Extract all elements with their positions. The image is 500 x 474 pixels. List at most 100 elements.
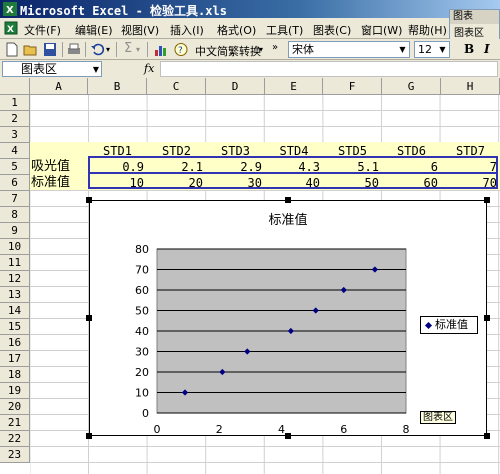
formula-input[interactable] [160, 61, 498, 77]
resize-handle[interactable] [484, 433, 490, 439]
menu-chart[interactable]: 图表(C) [313, 22, 351, 38]
x-tick-label: 2 [216, 423, 223, 435]
font-size-value: 12 [418, 43, 432, 56]
y-tick-label: 20 [135, 366, 149, 379]
window-title: Microsoft Excel - 检验工具.xls [20, 4, 227, 18]
workbook-icon[interactable]: X [4, 21, 18, 35]
open-icon[interactable] [23, 42, 39, 57]
row-header[interactable]: 5 [0, 159, 30, 175]
column-header[interactable]: G [382, 78, 441, 95]
resize-handle[interactable] [86, 433, 92, 439]
resize-handle[interactable] [285, 433, 291, 439]
autosum-dropdown-icon[interactable]: ▾ [136, 45, 140, 54]
bold-button[interactable]: B [464, 42, 474, 56]
row-header[interactable]: 22 [0, 431, 30, 447]
menu-window[interactable]: 窗口(W) [361, 22, 402, 38]
undo-icon[interactable] [90, 42, 106, 57]
chevron-down-icon[interactable]: ▼ [437, 43, 448, 56]
row-header[interactable]: 3 [0, 127, 30, 143]
column-header[interactable]: A [30, 78, 88, 95]
toolbar-separator [116, 42, 117, 57]
svg-text:X: X [6, 5, 14, 16]
standard-label-cell[interactable]: 标准值 [30, 175, 88, 191]
row-header[interactable]: 13 [0, 287, 30, 303]
chart-area[interactable]: 标准值 0 10 20 30 40 50 60 70 80 0 2 4 6 8 标准值 图表区 [89, 200, 487, 436]
excel-app-icon: X [3, 2, 17, 16]
font-name-select[interactable]: 宋体 ▼ [288, 41, 410, 58]
row-header[interactable]: 23 [0, 447, 30, 463]
title-bar[interactable]: X Microsoft Excel - 检验工具.xls [0, 0, 500, 18]
row-header[interactable]: 15 [0, 319, 30, 335]
resize-handle[interactable] [86, 197, 92, 203]
row-header[interactable]: 6 [0, 175, 30, 191]
toolbar-separator [147, 42, 148, 57]
menu-insert[interactable]: 插入(I) [170, 22, 204, 38]
column-header[interactable]: H [441, 78, 500, 95]
undo-dropdown-icon[interactable]: ▾ [106, 45, 110, 54]
chevron-down-icon[interactable]: ▼ [93, 63, 99, 77]
row-header[interactable]: 12 [0, 271, 30, 287]
row-header[interactable]: 1 [0, 95, 30, 111]
resize-handle[interactable] [484, 315, 490, 321]
legend-marker [424, 321, 433, 330]
chart-toolbar-title[interactable]: 图表 [450, 10, 499, 24]
row-header[interactable]: 10 [0, 239, 30, 255]
row-header[interactable]: 11 [0, 255, 30, 271]
y-tick-label: 0 [142, 407, 149, 420]
print-icon[interactable] [66, 42, 82, 57]
insert-function-icon[interactable]: fx [144, 62, 154, 75]
menu-edit[interactable]: 编辑(E) [75, 22, 113, 38]
source-range-highlight [88, 172, 498, 189]
menu-view[interactable]: 视图(V) [121, 22, 159, 38]
row-header[interactable]: 19 [0, 383, 30, 399]
menu-format[interactable]: 格式(O) [217, 22, 256, 38]
column-header[interactable]: E [265, 78, 323, 95]
x-tick-label: 0 [154, 423, 161, 435]
row-header[interactable]: 8 [0, 207, 30, 223]
y-tick-label: 80 [135, 243, 149, 256]
y-tick-label: 40 [135, 325, 149, 338]
font-size-select[interactable]: 12 ▼ [414, 41, 450, 58]
chart-legend[interactable]: 标准值 [420, 316, 478, 334]
chart-wizard-icon[interactable] [153, 42, 169, 57]
resize-handle[interactable] [484, 197, 490, 203]
row-header[interactable]: 20 [0, 399, 30, 415]
row-header[interactable]: 18 [0, 367, 30, 383]
menu-tools[interactable]: 工具(T) [266, 22, 303, 38]
convert-dropdown-icon[interactable]: ▾ [259, 45, 263, 54]
save-icon[interactable] [42, 42, 58, 57]
menu-file[interactable]: 文件(F) [24, 22, 61, 38]
autosum-icon[interactable]: Σ [124, 41, 132, 56]
column-header[interactable]: D [206, 78, 265, 95]
row-header[interactable]: 9 [0, 223, 30, 239]
chart-tooltip: 图表区 [420, 411, 456, 424]
resize-handle[interactable] [86, 315, 92, 321]
chevron-down-icon[interactable]: ▼ [397, 43, 408, 56]
simplified-traditional-convert-button[interactable]: 中文简繁转换 [195, 43, 261, 59]
select-all-corner[interactable] [0, 78, 30, 95]
column-header[interactable]: C [147, 78, 206, 95]
absorbance-label-cell[interactable]: 吸光值 [30, 159, 88, 175]
name-box[interactable]: 图表区 ▼ [2, 61, 102, 77]
svg-text:?: ? [178, 46, 183, 56]
x-tick-label: 8 [403, 423, 410, 435]
help-icon[interactable]: ? [173, 42, 189, 57]
column-header[interactable]: B [88, 78, 147, 95]
row-header[interactable]: 14 [0, 303, 30, 319]
row-header[interactable]: 4 [0, 143, 30, 159]
row-header[interactable]: 16 [0, 335, 30, 351]
y-tick-label: 60 [135, 284, 149, 297]
column-header[interactable]: F [323, 78, 382, 95]
resize-handle[interactable] [285, 197, 291, 203]
row-header[interactable]: 2 [0, 111, 30, 127]
toolbar-options-icon[interactable]: » [272, 42, 278, 53]
italic-button[interactable]: I [484, 42, 490, 56]
formula-bar: 图表区 ▼ fx [0, 60, 500, 78]
menu-help[interactable]: 帮助(H) [408, 22, 447, 38]
chart-toolbar[interactable]: 图表 图表区 [449, 9, 500, 43]
row-header[interactable]: 7 [0, 191, 30, 207]
menu-bar: X 文件(F) 编辑(E) 视图(V) 插入(I) 格式(O) 工具(T) 图表… [0, 18, 500, 39]
row-header[interactable]: 17 [0, 351, 30, 367]
new-icon[interactable] [4, 42, 20, 57]
row-header[interactable]: 21 [0, 415, 30, 431]
